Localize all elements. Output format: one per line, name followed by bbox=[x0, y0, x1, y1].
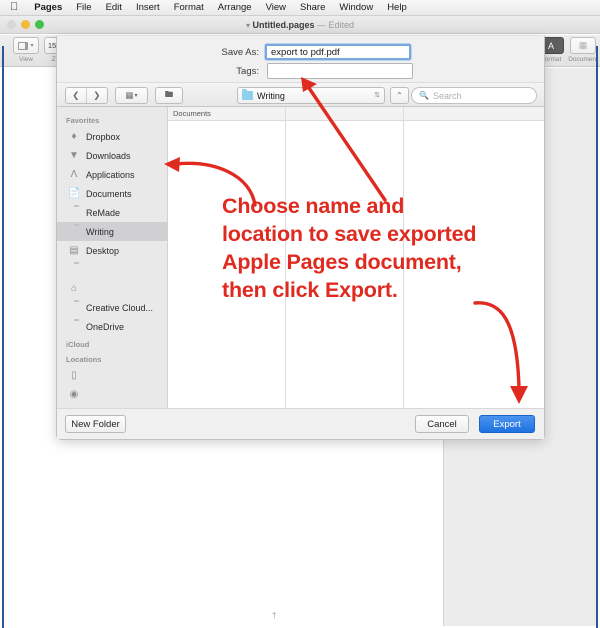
home-icon: ⌂ bbox=[70, 283, 78, 294]
new-folder-button[interactable]: New Folder bbox=[65, 415, 126, 433]
export-save-dialog[interactable]: Save As: export to pdf.pdf Tags: ❮ ❯ ▦ ▾ … bbox=[56, 36, 545, 440]
view-mode-picker[interactable]: ▦ ▾ bbox=[115, 87, 148, 104]
chevron-left-icon[interactable]: ❮ bbox=[66, 88, 87, 103]
toolbar-document-label: Document bbox=[568, 56, 598, 63]
menu-item-pages[interactable]: Pages bbox=[27, 2, 69, 13]
tags-label: Tags: bbox=[236, 65, 259, 77]
search-placeholder: Search bbox=[432, 90, 462, 101]
nav-back-forward[interactable]: ❮ ❯ bbox=[65, 87, 108, 104]
column-browser[interactable]: Documents bbox=[168, 107, 544, 409]
sidebar-section-icloud: iCloud bbox=[66, 340, 90, 349]
sidebar-item-home[interactable]: ⌂ bbox=[57, 279, 167, 298]
desktop-icon: ▤ bbox=[69, 245, 79, 256]
menu-item-file[interactable]: File bbox=[69, 2, 98, 13]
location-popup-button[interactable]: Writing ⇅ bbox=[237, 87, 385, 104]
page-insertion-marker: † bbox=[272, 611, 277, 620]
sidebar-section-locations: Locations bbox=[66, 355, 102, 364]
computer-icon: ▯ bbox=[71, 370, 77, 381]
sidebar-item-label: Creative Cloud... bbox=[86, 302, 154, 313]
sidebar-item-documents[interactable]: 📄 Documents bbox=[57, 184, 167, 203]
column-header bbox=[404, 107, 544, 121]
cancel-button[interactable]: Cancel bbox=[415, 415, 469, 433]
sidebar-item-computer[interactable]: ▯ bbox=[57, 366, 167, 385]
column-header bbox=[286, 107, 403, 121]
recent-locations-button[interactable]: ⌃ bbox=[390, 87, 409, 104]
sidebar-item-downloads[interactable]: ▼ Downloads bbox=[57, 146, 167, 165]
search-icon: 🔍 bbox=[419, 91, 429, 100]
new-folder-toolbar-button[interactable]: 🖿 bbox=[155, 87, 183, 104]
sidebar-item-unlabeled-folder[interactable] bbox=[57, 260, 167, 279]
column-header: Documents bbox=[168, 107, 285, 121]
export-button[interactable]: Export bbox=[479, 415, 535, 433]
window-edited-status: — Edited bbox=[317, 19, 355, 30]
sidebar-item-label: ReMade bbox=[86, 207, 121, 218]
sidebar-item-applications[interactable]: Λ Applications bbox=[57, 165, 167, 184]
save-as-label: Save As: bbox=[221, 46, 260, 58]
document-proxy-icon[interactable]: ▾ bbox=[246, 21, 250, 30]
column-view-icon[interactable]: ▦ ▾ bbox=[116, 88, 147, 103]
menu-item-edit[interactable]: Edit bbox=[99, 2, 129, 13]
sidebar-item-label: Applications bbox=[86, 169, 135, 180]
sidebar-item-desktop[interactable]: ▤ Desktop bbox=[57, 241, 167, 260]
chevron-updown-icon: ⇅ bbox=[374, 91, 380, 99]
save-as-row: Save As: export to pdf.pdf bbox=[207, 44, 411, 60]
sidebar-item-label: Writing bbox=[86, 226, 114, 237]
screenshot-root:  Pages File Edit Insert Format Arrange … bbox=[0, 0, 600, 628]
chevron-right-icon[interactable]: ❯ bbox=[87, 88, 107, 103]
sidebar-item-writing[interactable]: Writing bbox=[57, 222, 167, 241]
menu-item-share[interactable]: Share bbox=[293, 2, 332, 13]
sidebar-item-label: Desktop bbox=[86, 245, 120, 256]
sidebar-item-remade[interactable]: ReMade bbox=[57, 203, 167, 222]
menu-item-view[interactable]: View bbox=[259, 2, 293, 13]
view-sidebar-icon[interactable]: ▾ bbox=[13, 37, 39, 54]
browser-column-3[interactable] bbox=[404, 107, 544, 409]
file-browser: Favorites ♦ Dropbox ▼ Downloads Λ Applic… bbox=[57, 107, 544, 409]
search-input[interactable]: 🔍 Search bbox=[411, 87, 537, 104]
window-title: ▾ Untitled.pages — Edited bbox=[0, 20, 600, 30]
sidebar-item-onedrive[interactable]: OneDrive bbox=[57, 317, 167, 336]
menu-item-arrange[interactable]: Arrange bbox=[211, 2, 259, 13]
applications-icon: Λ bbox=[70, 169, 78, 180]
sidebar-item-label: Documents bbox=[86, 188, 132, 199]
apple-logo-icon[interactable]:  bbox=[8, 1, 27, 14]
file-browser-navbar: ❮ ❯ ▦ ▾ 🖿 Writing ⇅ ⌃ 🔍 Search bbox=[57, 82, 544, 107]
downloads-icon: ▼ bbox=[69, 150, 79, 161]
sidebar-section-favorites: Favorites bbox=[66, 116, 100, 125]
window-title-text: Untitled.pages bbox=[252, 19, 315, 30]
sidebar-item-creative-cloud[interactable]: Creative Cloud... bbox=[57, 298, 167, 317]
sidebar-item-label: Downloads bbox=[86, 150, 131, 161]
sidebar-item-label: Dropbox bbox=[86, 131, 121, 142]
folder-icon bbox=[242, 89, 253, 100]
save-dialog-footer: New Folder Cancel Export bbox=[57, 408, 544, 439]
file-browser-sidebar[interactable]: Favorites ♦ Dropbox ▼ Downloads Λ Applic… bbox=[57, 107, 168, 409]
documents-icon: 📄 bbox=[68, 188, 81, 199]
toolbar-document[interactable]: ▦ Document bbox=[563, 37, 600, 63]
menu-item-format[interactable]: Format bbox=[167, 2, 211, 13]
tags-input[interactable] bbox=[267, 63, 413, 79]
browser-column-2[interactable] bbox=[286, 107, 404, 409]
tags-row: Tags: bbox=[207, 63, 413, 79]
save-dialog-fields: Save As: export to pdf.pdf Tags: bbox=[57, 36, 544, 82]
save-as-input[interactable]: export to pdf.pdf bbox=[265, 44, 411, 60]
sidebar-item-label: OneDrive bbox=[86, 321, 125, 332]
window-title-bar[interactable]: ▾ Untitled.pages — Edited bbox=[0, 16, 600, 34]
sidebar-item-dropbox[interactable]: ♦ Dropbox bbox=[57, 127, 167, 146]
dropbox-icon: ♦ bbox=[71, 131, 77, 142]
macos-menu-bar:  Pages File Edit Insert Format Arrange … bbox=[0, 0, 600, 16]
menu-item-window[interactable]: Window bbox=[332, 2, 380, 13]
sidebar-item-disk[interactable]: ◉ bbox=[57, 385, 167, 404]
new-folder-icon[interactable]: 🖿 bbox=[156, 88, 182, 103]
toolbar-view-label: View bbox=[19, 56, 33, 63]
browser-column-1[interactable]: Documents bbox=[168, 107, 286, 409]
location-label: Writing bbox=[257, 90, 285, 101]
disk-icon: ◉ bbox=[69, 389, 79, 400]
menu-item-insert[interactable]: Insert bbox=[129, 2, 167, 13]
menu-item-help[interactable]: Help bbox=[380, 2, 414, 13]
document-icon[interactable]: ▦ bbox=[570, 37, 596, 54]
